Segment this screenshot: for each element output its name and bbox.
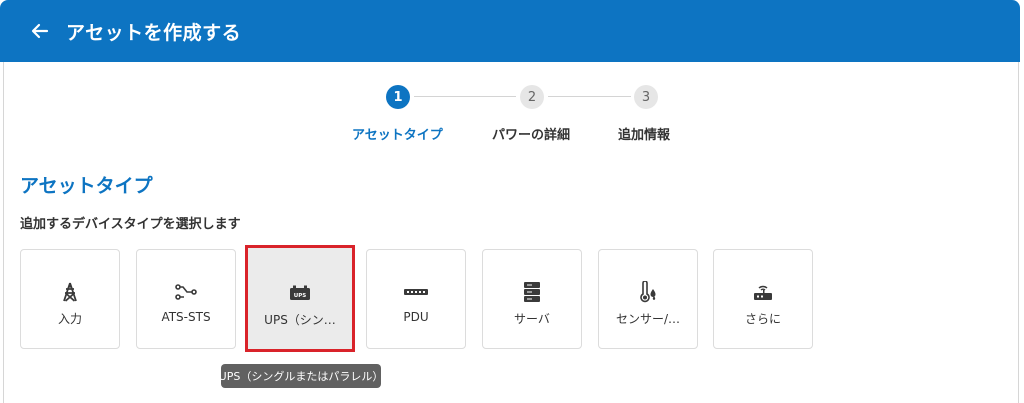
asset-type-card-pdu[interactable]: PDU [366, 249, 466, 349]
pdu-strip-icon [367, 281, 465, 303]
sensor-icon [599, 281, 697, 303]
section-subtitle: 追加するデバイスタイプを選択します [20, 217, 241, 232]
app-header: アセットを作成する [0, 0, 1020, 62]
frame-border-left [3, 62, 4, 403]
step-2-indicator[interactable]: 2 [520, 85, 544, 109]
asset-type-card-server[interactable]: サーバ [482, 249, 582, 349]
step-3-label[interactable]: 追加情報 [618, 124, 670, 143]
step-3-indicator[interactable]: 3 [634, 85, 658, 109]
step-1-label[interactable]: アセットタイプ [352, 124, 443, 143]
card-label: さらに [744, 312, 781, 326]
card-label: PDU [403, 310, 429, 324]
router-icon [714, 281, 812, 303]
svg-text:UPS: UPS [294, 293, 306, 299]
step-connector [414, 96, 516, 97]
section-title: アセットタイプ [20, 175, 153, 197]
step-2-label[interactable]: パワーの詳細 [492, 124, 570, 143]
asset-type-card-input[interactable]: 入力 [20, 249, 120, 349]
card-label: サーバ [514, 312, 550, 326]
step-1-indicator[interactable]: 1 [386, 85, 410, 109]
asset-type-card-ats-sts[interactable]: ATS-STS [136, 249, 236, 349]
power-tower-icon [21, 281, 119, 303]
back-button[interactable] [26, 17, 54, 45]
card-label: センサー/… [615, 312, 681, 326]
step-connector [548, 96, 631, 97]
asset-type-card-sensor[interactable]: センサー/… [598, 249, 698, 349]
server-icon [483, 281, 581, 303]
frame-border-right [1018, 62, 1019, 403]
card-label: UPS（シン… [264, 313, 336, 327]
card-label: ATS-STS [161, 310, 211, 324]
card-label: 入力 [57, 312, 82, 326]
arrow-left-icon [31, 23, 49, 39]
ups-battery-icon: UPS [248, 282, 352, 304]
asset-type-card-more[interactable]: さらに [713, 249, 813, 349]
asset-type-card-ups[interactable]: UPS UPS（シン… [245, 245, 355, 352]
transfer-switch-icon [137, 281, 235, 303]
page-title: アセットを作成する [66, 22, 242, 44]
ups-card-tooltip: UPS（シングルまたはパラレル） [219, 364, 383, 388]
